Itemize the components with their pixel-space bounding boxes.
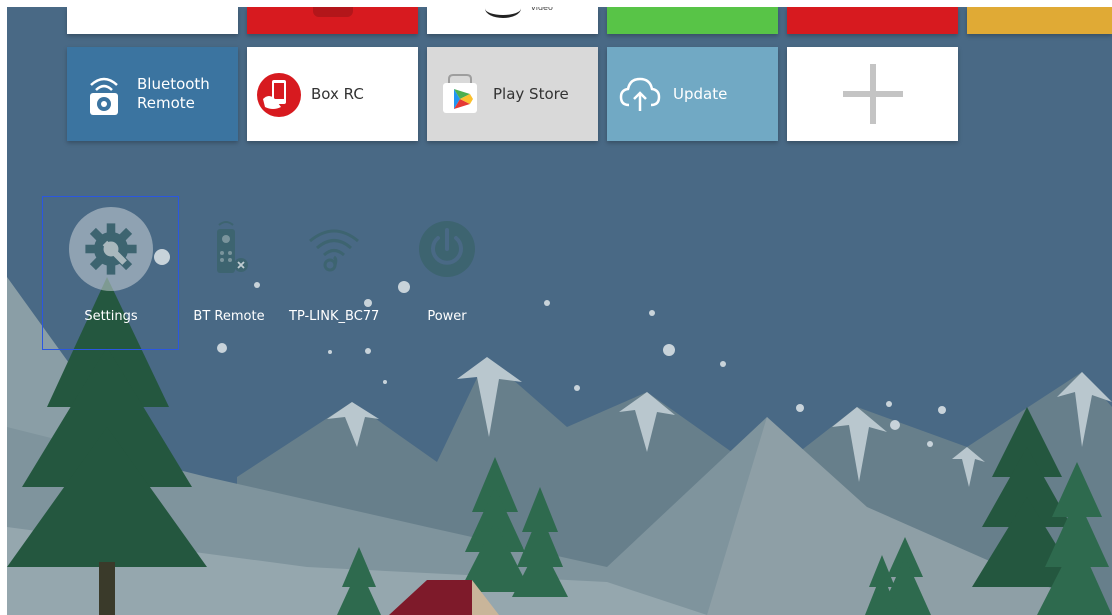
settings-icon-wrapper	[69, 207, 153, 291]
youtube-icon	[313, 7, 353, 17]
wifi-icon	[309, 229, 360, 272]
top-tile-red[interactable]	[787, 7, 958, 34]
power-icon-wrapper	[405, 207, 489, 291]
video-label: video	[531, 7, 553, 12]
bluetooth-remote-label-line1: Bluetooth	[137, 75, 210, 93]
top-tile-1[interactable]	[67, 7, 238, 34]
quick-setting-power[interactable]: Power	[405, 207, 489, 324]
top-tile-video[interactable]: video	[427, 7, 598, 34]
bluetooth-remote-label-line2: Remote	[137, 94, 195, 112]
wifi-icon-wrapper	[292, 207, 376, 291]
app-tile-add[interactable]	[787, 47, 958, 141]
app-tile-bluetooth-remote[interactable]: Bluetooth Remote	[67, 47, 238, 141]
play-store-label: Play Store	[493, 84, 569, 103]
box-rc-label: Box RC	[311, 84, 364, 103]
quick-setting-wifi[interactable]: TP-LINK_BC77	[289, 207, 379, 324]
cloud-upload-icon	[619, 77, 661, 111]
app-tile-update[interactable]: Update	[607, 47, 778, 141]
update-label: Update	[673, 84, 728, 103]
remote-disconnected-icon	[217, 221, 248, 273]
video-icon	[485, 7, 521, 18]
settings-label: Settings	[84, 309, 138, 324]
top-tile-orange[interactable]	[967, 7, 1112, 34]
wifi-network-label: TP-LINK_BC77	[289, 309, 380, 324]
bluetooth-remote-icon	[90, 77, 118, 115]
bt-remote-label: BT Remote	[193, 309, 265, 324]
power-label: Power	[427, 309, 467, 324]
bluetooth-remote-label: Bluetooth Remote	[137, 75, 210, 113]
quick-setting-bt-remote[interactable]: BT Remote	[187, 207, 271, 324]
add-icon	[842, 64, 903, 124]
app-tile-box-rc[interactable]: Box RC	[247, 47, 418, 141]
app-tile-play-store[interactable]: Play Store	[427, 47, 598, 141]
top-tile-youtube[interactable]	[247, 7, 418, 34]
gear-wrench-icon	[85, 223, 137, 275]
bt-remote-icon-wrapper	[187, 207, 271, 291]
box-rc-icon	[257, 73, 301, 117]
launcher-screen: video Bluetooth Remote Box RC Play Store…	[7, 7, 1112, 615]
top-tile-green[interactable]	[607, 7, 778, 34]
power-icon	[419, 221, 475, 277]
play-store-icon	[443, 74, 477, 113]
quick-setting-settings[interactable]: Settings	[69, 207, 153, 324]
